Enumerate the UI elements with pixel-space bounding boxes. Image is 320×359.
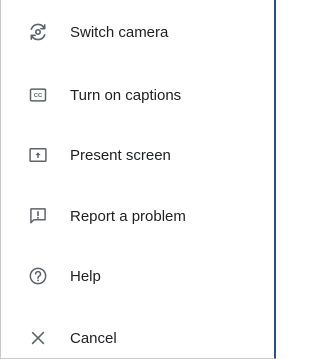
options-bottom-sheet: Switch camera CC Turn on captions Presen… — [0, 0, 276, 359]
menu-item-label: Cancel — [70, 329, 117, 347]
menu-item-turn-on-captions[interactable]: CC Turn on captions — [1, 75, 274, 115]
menu-item-label: Help — [70, 267, 101, 285]
menu-item-label: Report a problem — [70, 207, 186, 225]
switch-camera-icon — [28, 22, 48, 42]
menu-item-report-a-problem[interactable]: Report a problem — [1, 196, 274, 236]
menu-item-switch-camera[interactable]: Switch camera — [1, 12, 274, 52]
report-problem-icon — [28, 206, 48, 226]
menu-item-label: Present screen — [70, 146, 171, 164]
menu-item-cancel[interactable]: Cancel — [1, 318, 274, 358]
help-icon — [28, 266, 48, 286]
svg-text:CC: CC — [34, 93, 43, 99]
menu-item-present-screen[interactable]: Present screen — [1, 135, 274, 175]
captions-icon: CC — [28, 85, 48, 105]
menu-item-label: Turn on captions — [70, 86, 182, 104]
menu-item-help[interactable]: Help — [1, 256, 274, 296]
present-screen-icon — [28, 145, 48, 165]
close-icon — [28, 328, 48, 348]
menu-item-label: Switch camera — [70, 23, 169, 41]
